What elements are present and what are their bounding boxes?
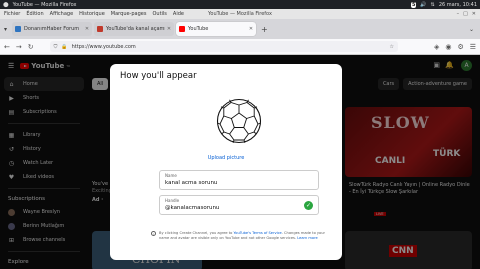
youtube-favicon-icon [179,26,186,32]
menu-view[interactable]: Affichage [50,11,74,17]
minimize-icon[interactable]: – [457,11,460,17]
favicon-icon [15,26,22,32]
bookmark-star-icon[interactable]: ☆ [389,44,393,50]
name-field[interactable]: Name kanal acma sorunu [159,170,319,190]
account-icon[interactable]: ◉ [445,43,451,51]
menu-file[interactable]: Fichier [4,11,20,17]
back-icon[interactable]: ← [4,43,10,51]
os-top-bar: ⬤ YouTube — Mozilla Firefox 5 🔊 ⇅ 26 mar… [0,0,480,9]
forward-icon[interactable]: → [16,43,22,51]
create-channel-dialog: How you'll appear Upload picture Name ka… [110,64,342,260]
url-bar[interactable]: ⛉ 🔒 https://www.youtube.com ☆ [49,41,398,52]
tab-close-icon[interactable]: ✕ [249,26,253,32]
close-icon[interactable]: ✕ [472,11,476,17]
info-icon: i [151,231,156,236]
new-tab-icon[interactable]: + [261,25,268,34]
terms-notice: i By clicking Create Channel, you agree … [151,231,327,241]
favicon-icon [97,26,104,32]
network-icon[interactable]: ⇅ [431,2,435,8]
hamburger-menu-icon[interactable]: ☰ [470,43,476,51]
handle-field[interactable]: Handle @kanalacmasorunu ✓ [159,195,319,215]
shield-icon[interactable]: ⛉ [54,44,58,50]
maximize-icon[interactable]: □ [463,11,468,17]
tab-youtube-kanal[interactable]: YouTube'da kanal açamıyorum ✕ [94,22,175,36]
dialog-title: How you'll appear [120,71,197,81]
list-all-tabs-icon[interactable]: ⌄ [469,26,474,33]
handle-input[interactable]: @kanalacmasorunu [165,205,219,211]
pocket-icon[interactable]: ◈ [434,43,439,51]
learn-more-link[interactable]: Learn more [297,236,318,240]
tab-strip: ▾ DonanımHaber Forum ✕ YouTube'da kanal … [0,19,480,39]
menu-help[interactable]: Aide [173,11,184,17]
tab-youtube[interactable]: YouTube ✕ [176,22,257,36]
name-input[interactable]: kanal acma sorunu [165,180,217,186]
tab-close-icon[interactable]: ✕ [85,26,89,32]
terms-of-service-link[interactable]: YouTube's Terms of Service [234,231,282,235]
handle-label: Handle [165,198,180,203]
notification-badge[interactable]: 5 [410,1,417,8]
menu-bookmarks[interactable]: Marque-pages [111,11,147,17]
menu-edit[interactable]: Édition [26,11,43,17]
lock-icon[interactable]: 🔒 [61,44,67,50]
reload-icon[interactable]: ↻ [28,43,34,51]
menu-history[interactable]: Historique [79,11,105,17]
os-window-title: YouTube — Mozilla Firefox [12,1,77,8]
menu-bar: Fichier Édition Affichage Historique Mar… [0,9,480,19]
name-label: Name [165,173,177,178]
upload-picture-link[interactable]: Upload picture [110,155,342,161]
tab-donanimhaber[interactable]: DonanımHaber Forum ✕ [12,22,93,36]
tab-menu-icon[interactable]: ▾ [4,26,7,33]
default-avatar-icon[interactable] [216,98,262,144]
clock[interactable]: 26 mars, 10:41 [439,2,477,8]
menu-tools[interactable]: Outils [152,11,166,17]
apps-icon[interactable]: ⬤ [3,2,9,8]
navigation-bar: ← → ↻ ⛉ 🔒 https://www.youtube.com ☆ ◈ ◉ … [0,39,480,55]
check-circle-icon: ✓ [304,201,313,210]
extensions-icon[interactable]: ⚙ [457,43,463,51]
url-text[interactable]: https://www.youtube.com [72,44,136,50]
tab-close-icon[interactable]: ✕ [167,26,171,32]
volume-icon[interactable]: 🔊 [420,2,426,8]
